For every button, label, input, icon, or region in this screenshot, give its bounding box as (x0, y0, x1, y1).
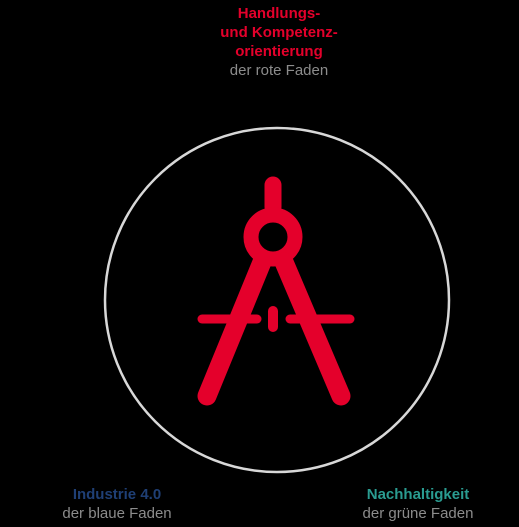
bottom-right-subtitle: der grüne Faden (362, 505, 474, 522)
top-label-group: Handlungs- und Kompetenz- orientierung d… (139, 4, 419, 80)
bottom-left-title: Industrie 4.0 (72, 486, 162, 503)
top-subtitle: der rote Faden (229, 62, 329, 79)
drawing-compass-icon (197, 176, 355, 406)
bottom-left-label-group: Industrie 4.0 der blaue Faden (22, 485, 212, 523)
bottom-right-label-group: Nachhaltigkeit der grüne Faden (318, 485, 518, 523)
top-title-line-2: und Kompetenz- (220, 24, 338, 41)
top-title-line-3: orientierung (235, 43, 323, 60)
bottom-right-title: Nachhaltigkeit (366, 486, 470, 503)
top-title-line-1: Handlungs- (237, 5, 321, 22)
bottom-left-subtitle: der blaue Faden (62, 505, 172, 522)
